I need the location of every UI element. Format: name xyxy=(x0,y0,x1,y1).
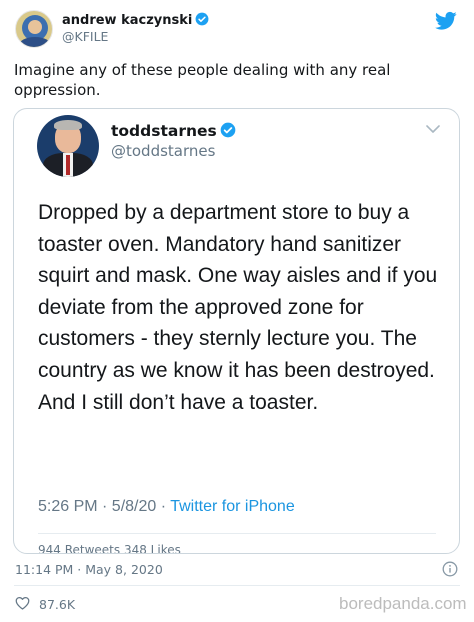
tweet-divider xyxy=(14,585,460,586)
like-count[interactable]: 87.6K xyxy=(39,597,75,612)
tweet-header: andrew kaczynski @KFILE xyxy=(0,0,474,56)
author-handle[interactable]: @KFILE xyxy=(62,29,108,44)
quoted-author-name[interactable]: toddstarnes xyxy=(111,122,217,140)
avatar-hair xyxy=(54,120,82,130)
author-name-row[interactable]: andrew kaczynski xyxy=(62,12,209,28)
quoted-tweet-stats: 944 Retweets 348 Likes xyxy=(38,543,181,554)
avatar-tie xyxy=(66,155,70,175)
quoted-author-avatar[interactable] xyxy=(37,115,99,177)
quoted-tweet-meta: 5:26 PM · 5/8/20 · Twitter for iPhone xyxy=(38,498,295,516)
quoted-tweet-divider xyxy=(38,533,436,534)
chevron-down-icon[interactable] xyxy=(424,123,442,135)
watermark: boredpanda.com xyxy=(339,594,467,613)
quoted-tweet-source[interactable]: Twitter for iPhone xyxy=(170,498,295,515)
quoted-author-name-row[interactable]: toddstarnes xyxy=(111,122,236,140)
quoted-tweet-time[interactable]: 5:26 PM · 5/8/20 · xyxy=(38,498,170,515)
avatar-face xyxy=(28,20,42,34)
quoted-author-handle[interactable]: @toddstarnes xyxy=(111,142,215,160)
tweet-timestamp[interactable]: 11:14 PM · May 8, 2020 xyxy=(15,562,163,577)
verified-badge-icon xyxy=(195,12,209,26)
author-avatar[interactable] xyxy=(15,10,53,48)
verified-badge-icon xyxy=(220,122,236,138)
author-name[interactable]: andrew kaczynski xyxy=(62,13,192,28)
quoted-tweet-card[interactable]: toddstarnes @toddstarnes Dropped by a de… xyxy=(13,108,460,554)
twitter-bird-icon[interactable] xyxy=(435,11,457,31)
avatar-body xyxy=(19,37,51,47)
info-icon[interactable] xyxy=(442,561,458,577)
tweet-text: Imagine any of these people dealing with… xyxy=(14,61,391,99)
quoted-tweet-body: Dropped by a department store to buy a t… xyxy=(38,201,438,414)
heart-icon[interactable] xyxy=(15,596,30,610)
